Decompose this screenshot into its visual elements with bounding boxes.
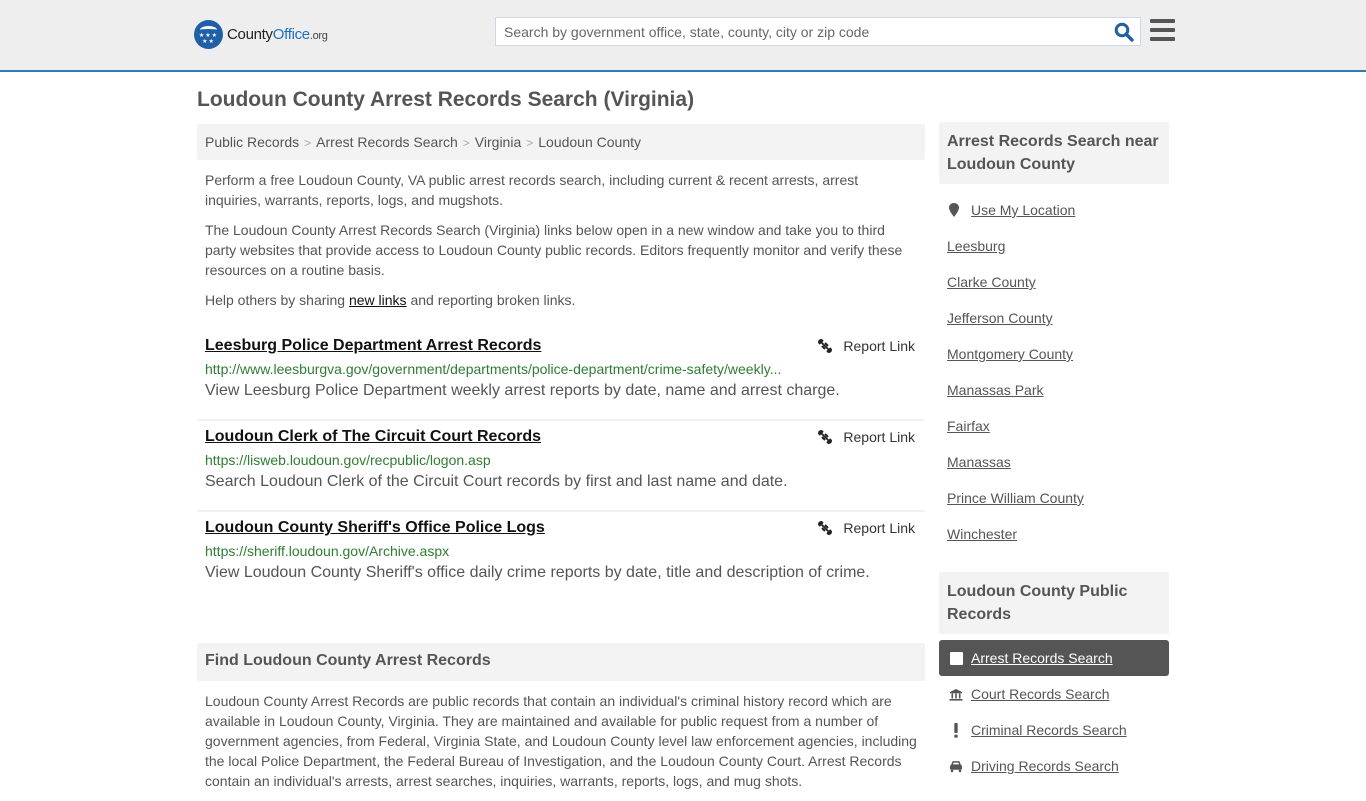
intro-paragraph: Perform a free Loudoun County, VA public… bbox=[205, 172, 859, 208]
eagle-logo-icon: ★★★ ★★ bbox=[194, 20, 223, 49]
nearby-item: Manassas Park bbox=[947, 372, 1161, 408]
broken-link-icon bbox=[818, 339, 833, 353]
search-input[interactable] bbox=[496, 18, 1106, 45]
find-records-heading: Find Loudoun County Arrest Records bbox=[197, 643, 925, 681]
arrest-records-search-link[interactable]: Arrest Records Search bbox=[971, 650, 1113, 666]
nearby-link-montgomery-county[interactable]: Montgomery County bbox=[947, 346, 1073, 362]
nearby-heading: Arrest Records Search near Loudoun Count… bbox=[939, 122, 1169, 184]
site-header: ★★★ ★★ CountyOffice.org bbox=[0, 0, 1366, 72]
nearby-link-manassas-park[interactable]: Manassas Park bbox=[947, 382, 1043, 398]
resource-link-item: Loudoun County Sheriff's Office Police L… bbox=[197, 512, 925, 603]
report-link-button[interactable]: Report Link bbox=[817, 520, 915, 536]
nearby-list: Use My Location Leesburg Clarke County J… bbox=[939, 184, 1169, 552]
criminal-records-search-link[interactable]: Criminal Records Search bbox=[971, 722, 1127, 738]
nearby-link-fairfax[interactable]: Fairfax bbox=[947, 418, 990, 434]
broken-link-icon bbox=[818, 521, 833, 535]
resource-link-url: https://sheriff.loudoun.gov/Archive.aspx bbox=[205, 543, 450, 559]
page-title: Loudoun County Arrest Records Search (Vi… bbox=[197, 88, 695, 111]
resource-link-description: View Leesburg Police Department weekly a… bbox=[205, 382, 840, 399]
breadcrumb-arrest-records-search[interactable]: Arrest Records Search bbox=[316, 134, 458, 150]
use-my-location-item: Use My Location bbox=[947, 192, 1161, 228]
search-box bbox=[495, 17, 1141, 46]
nearby-item: Prince William County bbox=[947, 480, 1161, 516]
breadcrumb-separator: > bbox=[462, 136, 470, 150]
breadcrumb-virginia[interactable]: Virginia bbox=[475, 134, 521, 150]
car-icon bbox=[949, 760, 963, 773]
nearby-item: Manassas bbox=[947, 444, 1161, 480]
nearby-item: Winchester bbox=[947, 516, 1161, 552]
report-link-button[interactable]: Report Link bbox=[817, 338, 915, 354]
nearby-item: Jefferson County bbox=[947, 300, 1161, 336]
courthouse-icon bbox=[949, 688, 963, 701]
breadcrumb-public-records[interactable]: Public Records bbox=[205, 134, 299, 150]
public-records-list: Arrest Records Search Court Records Sear… bbox=[939, 640, 1169, 784]
resource-link-item: Leesburg Police Department Arrest Record… bbox=[197, 330, 925, 421]
intro-paragraph: The Loudoun County Arrest Records Search… bbox=[205, 222, 903, 278]
square-icon bbox=[949, 651, 963, 665]
hamburger-menu-button[interactable] bbox=[1150, 19, 1175, 41]
resource-link-item: Loudoun Clerk of The Circuit Court Recor… bbox=[197, 421, 925, 512]
map-pin-icon bbox=[949, 203, 959, 217]
search-button[interactable] bbox=[1114, 22, 1134, 42]
public-records-heading: Loudoun County Public Records bbox=[939, 572, 1169, 634]
nearby-link-manassas[interactable]: Manassas bbox=[947, 454, 1011, 470]
nearby-link-clarke-county[interactable]: Clarke County bbox=[947, 274, 1036, 290]
court-records-search-link[interactable]: Court Records Search bbox=[971, 686, 1110, 702]
nearby-link-prince-william-county[interactable]: Prince William County bbox=[947, 490, 1084, 506]
resource-link-title[interactable]: Loudoun Clerk of The Circuit Court Recor… bbox=[205, 427, 541, 447]
intro-text: Perform a free Loudoun County, VA public… bbox=[197, 170, 925, 310]
breadcrumb-current: Loudoun County bbox=[538, 134, 642, 150]
public-records-item-driving[interactable]: Driving Records Search bbox=[939, 748, 1169, 784]
use-my-location-link[interactable]: Use My Location bbox=[971, 202, 1075, 218]
public-records-item-court[interactable]: Court Records Search bbox=[939, 676, 1169, 712]
breadcrumb: Public Records > Arrest Records Search > Vir… bbox=[197, 124, 925, 160]
nearby-item: Clarke County bbox=[947, 264, 1161, 300]
new-links-link[interactable]: new links bbox=[349, 292, 407, 308]
resource-link-description: Search Loudoun Clerk of the Circuit Cour… bbox=[205, 473, 788, 490]
nearby-item: Leesburg bbox=[947, 228, 1161, 264]
share-links-note: Help others by sharing new links and rep… bbox=[205, 292, 576, 308]
resource-link-url: http://www.leesburgva.gov/government/dep… bbox=[205, 361, 782, 377]
public-records-item-criminal[interactable]: Criminal Records Search bbox=[939, 712, 1169, 748]
resource-link-title[interactable]: Leesburg Police Department Arrest Record… bbox=[205, 336, 541, 356]
report-link-button[interactable]: Report Link bbox=[817, 429, 915, 445]
nearby-link-leesburg[interactable]: Leesburg bbox=[947, 238, 1005, 254]
sidebar: Arrest Records Search near Loudoun Count… bbox=[939, 122, 1169, 784]
site-logo[interactable]: ★★★ ★★ CountyOffice.org bbox=[194, 20, 328, 49]
resource-link-description: View Loudoun County Sheriff's office dai… bbox=[205, 564, 870, 581]
resource-links-list: Leesburg Police Department Arrest Record… bbox=[197, 330, 925, 603]
resource-link-title[interactable]: Loudoun County Sheriff's Office Police L… bbox=[205, 518, 545, 538]
nearby-item: Fairfax bbox=[947, 408, 1161, 444]
exclamation-icon bbox=[949, 722, 963, 738]
breadcrumb-separator: > bbox=[304, 136, 312, 150]
driving-records-search-link[interactable]: Driving Records Search bbox=[971, 758, 1119, 774]
nearby-link-winchester[interactable]: Winchester bbox=[947, 526, 1017, 542]
nearby-link-jefferson-county[interactable]: Jefferson County bbox=[947, 310, 1053, 326]
broken-link-icon bbox=[818, 430, 833, 444]
breadcrumb-separator: > bbox=[526, 136, 534, 150]
find-records-body: Loudoun County Arrest Records are public… bbox=[205, 693, 917, 789]
public-records-item-arrest[interactable]: Arrest Records Search bbox=[939, 640, 1169, 676]
nearby-item: Montgomery County bbox=[947, 336, 1161, 372]
main-content: Public Records > Arrest Records Search > Vir… bbox=[197, 124, 925, 801]
resource-link-url: https://lisweb.loudoun.gov/recpublic/log… bbox=[205, 452, 491, 468]
logo-text: CountyOffice.org bbox=[227, 26, 328, 43]
search-icon bbox=[1114, 22, 1134, 42]
